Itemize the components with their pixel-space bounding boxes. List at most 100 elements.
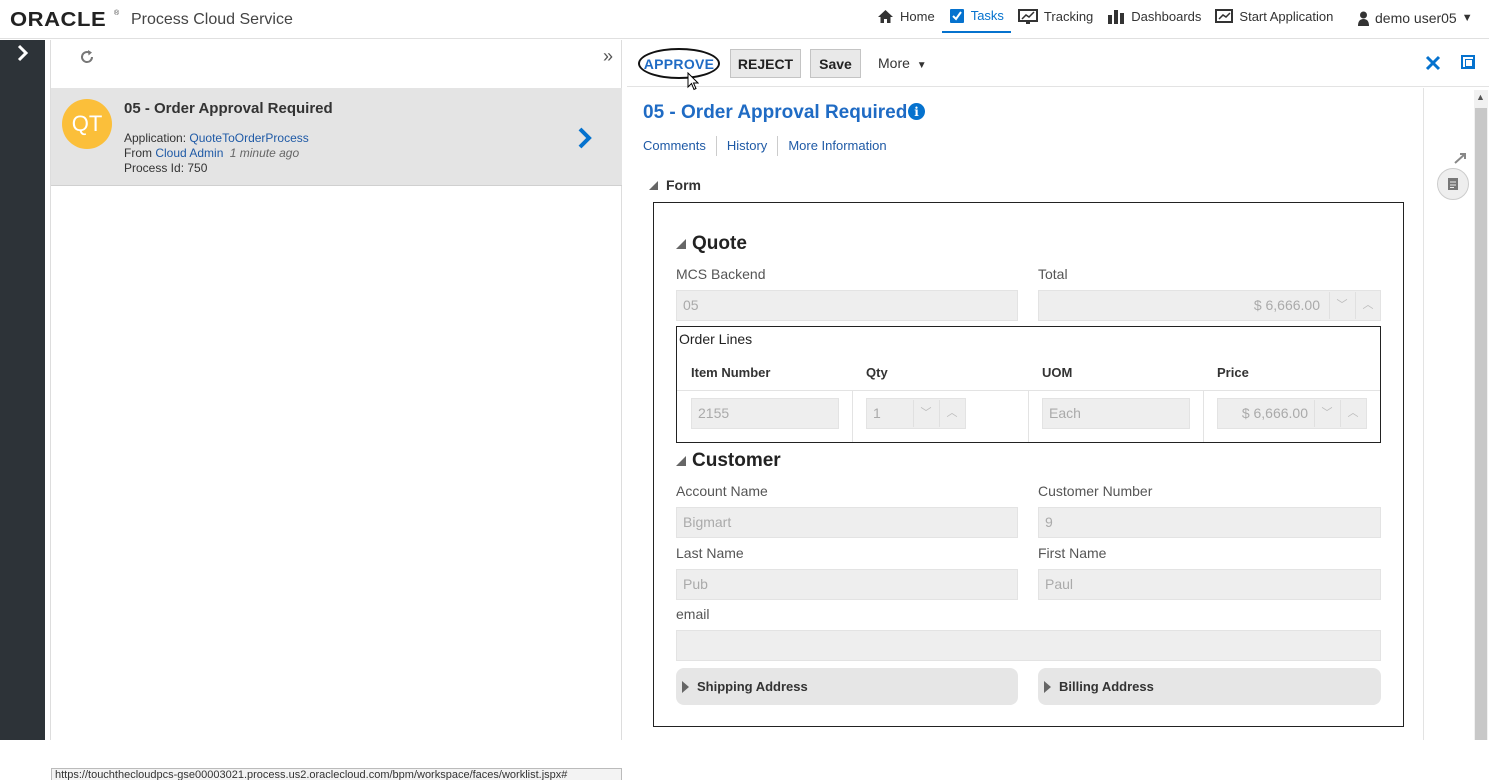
tab-more-information[interactable]: More Information <box>778 136 896 156</box>
scrollbar-thumb[interactable] <box>1475 108 1487 740</box>
detail-tabs: Comments History More Information <box>643 136 897 156</box>
collapse-triangle-icon <box>676 239 686 249</box>
order-lines-title: Order Lines <box>679 331 753 347</box>
shipping-address-section[interactable]: Shipping Address <box>676 668 1018 705</box>
oracle-logo: ORACLE <box>10 9 107 31</box>
total-field[interactable]: $ 6,666.00 ﹀ ︿ <box>1038 290 1381 321</box>
account-name-field[interactable]: Bigmart <box>676 507 1018 538</box>
maximize-icon[interactable] <box>1461 55 1475 69</box>
save-button[interactable]: Save <box>810 49 861 78</box>
account-name-label: Account Name <box>676 483 768 499</box>
column-header-price: Price <box>1217 365 1249 380</box>
task-list-panel: » QT 05 - Order Approval Required Applic… <box>50 40 622 780</box>
tab-comments[interactable]: Comments <box>643 136 717 156</box>
customer-section-header[interactable]: Customer <box>676 450 781 472</box>
reject-button[interactable]: REJECT <box>730 49 801 78</box>
cell-divider <box>1028 391 1029 442</box>
nav-home-label: Home <box>900 9 935 24</box>
more-label: More <box>878 55 910 71</box>
decrement-icon[interactable]: ﹀ <box>1314 400 1339 427</box>
last-name-field[interactable]: Pub <box>676 569 1018 600</box>
increment-icon[interactable]: ︿ <box>1340 400 1365 427</box>
price-value: $ 6,666.00 <box>1241 405 1308 421</box>
nav-dashboards[interactable]: Dashboards <box>1100 0 1208 33</box>
caret-down-icon: ▼ <box>916 60 927 71</box>
panel-divider <box>1423 88 1424 740</box>
nav-dashboards-label: Dashboards <box>1131 9 1202 24</box>
caret-down-icon: ▼ <box>1461 12 1473 24</box>
price-field[interactable]: $ 6,666.00 ﹀ ︿ <box>1217 398 1367 429</box>
chevron-right-icon[interactable] <box>577 126 593 157</box>
item-number-field[interactable]: 2155 <box>691 398 839 429</box>
collapse-panel-icon[interactable]: » <box>603 46 613 67</box>
tasks-icon <box>949 7 965 24</box>
nav-tasks-label: Tasks <box>970 8 1004 23</box>
refresh-icon[interactable] <box>79 49 95 70</box>
customer-heading: Customer <box>692 450 781 471</box>
email-label: email <box>676 606 710 622</box>
customer-number-field[interactable]: 9 <box>1038 507 1381 538</box>
mcs-backend-label: MCS Backend <box>676 266 766 282</box>
total-value: $ 6,666.00 <box>1253 297 1320 313</box>
nav-tracking[interactable]: Tracking <box>1011 0 1100 33</box>
nav-home[interactable]: Home <box>870 0 942 33</box>
main-nav: Home Tasks Tracking Dashboards Start App… <box>870 0 1340 38</box>
first-name-field[interactable]: Paul <box>1038 569 1381 600</box>
more-menu[interactable]: More ▼ <box>878 55 927 71</box>
form-section-header[interactable]: Form <box>649 177 701 193</box>
task-from: From Cloud Admin 1 minute ago <box>124 146 299 160</box>
page-title: 05 - Order Approval Required <box>643 102 908 123</box>
user-name: demo user05 <box>1375 10 1457 26</box>
billing-address-label: Billing Address <box>1059 679 1154 694</box>
shipping-address-label: Shipping Address <box>697 679 808 694</box>
expand-chevron-icon[interactable] <box>17 44 29 67</box>
process-id: Process Id: 750 <box>124 161 208 175</box>
decrement-icon[interactable]: ﹀ <box>913 400 938 427</box>
increment-icon[interactable]: ︿ <box>939 400 964 427</box>
cell-divider <box>1203 391 1204 442</box>
left-rail <box>0 40 45 740</box>
qty-field[interactable]: 1 ﹀ ︿ <box>866 398 966 429</box>
increment-icon[interactable]: ︿ <box>1355 292 1380 319</box>
tab-history[interactable]: History <box>717 136 779 156</box>
decrement-icon[interactable]: ﹀ <box>1329 292 1354 319</box>
mcs-backend-field[interactable]: 05 <box>676 290 1018 321</box>
mouse-cursor-icon <box>687 71 700 96</box>
app-header: ORACLE ® Process Cloud Service Home Task… <box>0 0 1489 39</box>
application-label: Application: <box>124 131 187 145</box>
application-link[interactable]: QuoteToOrderProcess <box>189 131 308 145</box>
nav-start-application-label: Start Application <box>1239 9 1334 24</box>
document-icon[interactable] <box>1437 168 1469 200</box>
collapse-triangle-icon <box>649 181 658 190</box>
scroll-up-icon[interactable]: ▲ <box>1476 92 1485 102</box>
start-application-icon <box>1215 8 1234 25</box>
column-header-item-number: Item Number <box>691 365 771 380</box>
home-icon <box>877 9 894 24</box>
task-list-item[interactable]: QT 05 - Order Approval Required Applicat… <box>51 88 622 186</box>
billing-address-section[interactable]: Billing Address <box>1038 668 1381 705</box>
customer-number-label: Customer Number <box>1038 483 1153 499</box>
nav-tasks[interactable]: Tasks <box>941 0 1011 33</box>
user-icon <box>1358 11 1369 26</box>
qty-value: 1 <box>873 405 881 421</box>
from-label: From <box>124 146 152 160</box>
collapse-triangle-icon <box>676 456 686 466</box>
form-container: Quote MCS Backend 05 Total $ 6,666.00 ﹀ … <box>653 202 1404 727</box>
task-age: 1 minute ago <box>229 146 300 160</box>
task-detail-panel: APPROVE REJECT Save More ▼ 05 - Order Ap… <box>627 40 1489 740</box>
first-name-label: First Name <box>1038 545 1107 561</box>
user-menu[interactable]: demo user05 ▼ <box>1358 10 1473 26</box>
uom-field[interactable]: Each <box>1042 398 1190 429</box>
nav-start-application[interactable]: Start Application <box>1208 0 1340 33</box>
quote-section-header[interactable]: Quote <box>676 233 747 255</box>
close-icon[interactable] <box>1425 50 1441 78</box>
task-list-toolbar: » <box>51 40 621 88</box>
info-icon[interactable]: i <box>908 103 925 120</box>
last-name-label: Last Name <box>676 545 744 561</box>
from-user-link[interactable]: Cloud Admin <box>155 146 223 160</box>
expand-triangle-icon <box>682 680 689 693</box>
task-title: 05 - Order Approval Required <box>124 100 333 117</box>
approve-button[interactable]: APPROVE <box>638 48 720 79</box>
email-field[interactable] <box>676 630 1381 661</box>
expand-icon[interactable] <box>1453 152 1468 168</box>
